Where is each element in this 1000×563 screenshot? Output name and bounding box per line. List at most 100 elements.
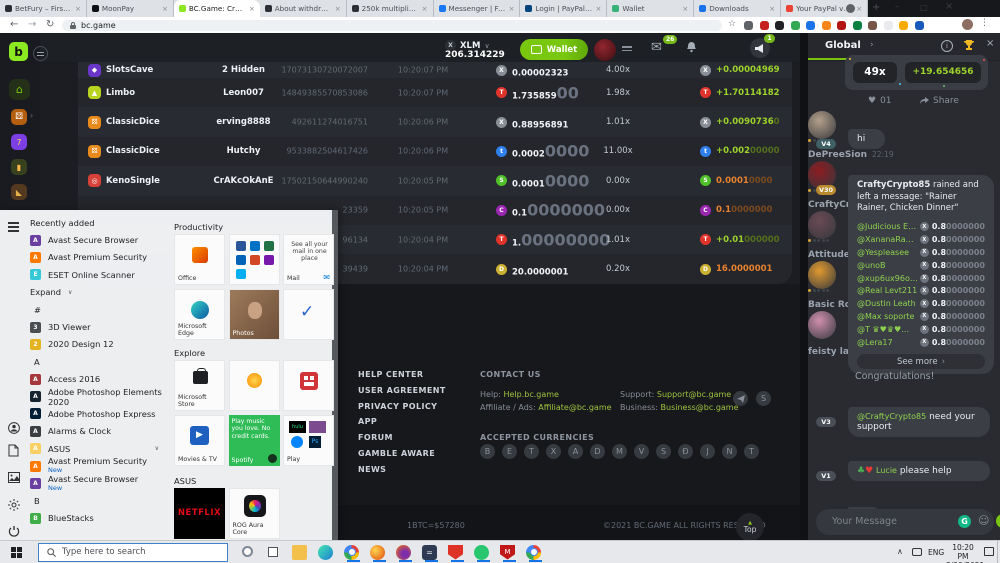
firefox-icon[interactable]	[370, 545, 385, 562]
extension-icon[interactable]	[915, 21, 924, 30]
table-row[interactable]: ⚄ClassicDiceerving888849261127401675110:…	[78, 107, 792, 136]
bet-id[interactable]: 9533882504617426	[208, 147, 368, 156]
chat-username[interactable]: DePreeSion	[808, 150, 867, 160]
start-app-item[interactable]: AAccess 2016	[30, 371, 165, 388]
tab-close-icon[interactable]: ×	[249, 5, 255, 13]
sidebar-toggle-icon[interactable]	[33, 46, 48, 61]
browser-tab[interactable]: BC.Game: Crypto C×	[174, 0, 260, 17]
start-app-item[interactable]: AASUS∨	[30, 440, 165, 457]
tab-close-icon[interactable]: ×	[509, 5, 515, 13]
refresh-icon[interactable]: ↻	[46, 19, 54, 30]
start-app-item[interactable]: AAdobe Photoshop Elements 2020	[30, 388, 165, 405]
footer-link[interactable]: GAMBLE AWARE	[358, 449, 446, 465]
table-row[interactable]: ◎KenoSingleCrAKcOkAnE1750215064499024010…	[78, 166, 792, 195]
rain-username[interactable]: @T ♛♥♛♥…	[857, 325, 920, 334]
tile-play[interactable]: huluPsPlay	[283, 415, 334, 466]
browser-tab[interactable]: MoonPay×	[87, 0, 174, 17]
browser-tab[interactable]: BetFury – First i-Ga×	[0, 0, 87, 17]
chrome-icon[interactable]	[344, 545, 359, 562]
share-button[interactable]: Share	[920, 96, 959, 106]
tile-movies[interactable]: ▶Movies & TV	[174, 415, 225, 466]
rain-username[interactable]: @Lera17	[857, 338, 920, 347]
start-app-item[interactable]: AAdobe Photoshop Express	[30, 405, 165, 422]
table-row[interactable]: ⚄ClassicDiceHutchy953388250461742610:20:…	[78, 137, 792, 166]
chat-channel-expand-icon[interactable]: ›	[870, 40, 874, 50]
extension-icon[interactable]	[899, 21, 908, 30]
browser-tab[interactable]: Downloads×	[694, 0, 781, 17]
bcgame-logo[interactable]: b	[9, 42, 28, 61]
tile-photos[interactable]: Photos	[229, 289, 280, 340]
remote-tool-icon[interactable]	[474, 545, 489, 562]
account-menu-icon[interactable]	[622, 46, 632, 51]
start-app-item[interactable]: AAvast Secure BrowserNew	[30, 475, 165, 492]
win-card[interactable]: 49x +19.654656	[845, 55, 988, 90]
chat-info-icon[interactable]: i	[941, 40, 953, 52]
browser-tab[interactable]: 250k multiplier - S×	[347, 0, 434, 17]
tab-close-icon[interactable]: ×	[162, 5, 168, 13]
extension-icon[interactable]	[775, 21, 784, 30]
tab-close-icon[interactable]: ×	[682, 5, 688, 13]
avatar[interactable]	[808, 311, 836, 339]
browser-tab[interactable]: Your PayPal verific×	[781, 0, 868, 17]
contact-link[interactable]: Business@bc.game	[661, 403, 739, 412]
clock[interactable]: 10:20 PM 3/29/2021	[946, 543, 980, 563]
start-app-item[interactable]: AAlarms & Clock	[30, 423, 165, 440]
cortana-icon[interactable]	[242, 546, 253, 557]
user-avatar[interactable]	[594, 39, 616, 61]
footer-link[interactable]: FORUM	[358, 433, 446, 449]
bell-icon[interactable]	[686, 41, 697, 53]
trophy-icon[interactable]	[963, 39, 975, 51]
rain-username[interactable]: @Judicious Essie	[857, 222, 920, 231]
scroll-top-button[interactable]: ▲ Top	[736, 513, 764, 540]
language-indicator[interactable]: ENG	[928, 548, 944, 557]
table-row[interactable]: ▲LimboLeon0071484938557085308610:20:07 P…	[78, 78, 792, 107]
footer-link[interactable]: USER AGREEMENT	[358, 386, 446, 402]
ime-icon[interactable]	[912, 548, 922, 556]
avast-browser-icon[interactable]	[396, 545, 411, 562]
like-button[interactable]: ♥01	[868, 96, 892, 106]
table-row[interactable]: ◆SlotsCave2 Hidden1707313072007200710:20…	[78, 62, 792, 78]
tile-rog[interactable]: ROG Aura Core	[229, 488, 280, 539]
power-icon[interactable]	[8, 525, 20, 537]
back-icon[interactable]: ←	[10, 19, 18, 30]
tile-store[interactable]: Microsoft Store	[174, 360, 225, 411]
start-app-item[interactable]: 33D Viewer	[30, 318, 165, 335]
rain-username[interactable]: @Max soporte	[857, 312, 920, 321]
telegram-icon[interactable]	[733, 391, 748, 406]
settings-gear-icon[interactable]	[8, 499, 20, 511]
pictures-icon[interactable]	[8, 472, 20, 483]
extension-icon[interactable]	[822, 21, 831, 30]
extension-icon[interactable]	[791, 21, 800, 30]
rain-username[interactable]: @unoB	[857, 261, 920, 270]
rain-username[interactable]: @Real Levt211	[857, 286, 920, 295]
new-tab-button[interactable]: +	[872, 2, 880, 13]
chat-input[interactable]: Your Message G ☺	[816, 509, 994, 535]
home-icon[interactable]: ⌂	[9, 79, 30, 100]
rain-username[interactable]: @Yespleasee	[857, 248, 920, 257]
edge-icon[interactable]	[318, 545, 333, 562]
tile-weather[interactable]	[229, 360, 280, 411]
tile-spotify[interactable]: Play music you love. No credit cards.Spo…	[229, 415, 280, 466]
window-maximize-button[interactable]: ▢	[920, 3, 928, 12]
start-app-item[interactable]: 22020 Design 12	[30, 336, 165, 353]
extension-icon[interactable]	[806, 21, 815, 30]
tile-officeapps[interactable]	[229, 234, 280, 285]
window-minimize-button[interactable]: –	[895, 2, 900, 12]
start-hamburger-icon[interactable]	[8, 222, 19, 232]
avatar[interactable]	[808, 211, 836, 239]
tray-chevron-icon[interactable]: ∧	[897, 547, 903, 556]
avatar[interactable]	[808, 261, 836, 289]
extension-icon[interactable]	[837, 21, 846, 30]
bet-id[interactable]: 14849385570853086	[208, 88, 368, 97]
games-expand-icon[interactable]: ›	[30, 111, 33, 120]
tab-search-icon[interactable]	[846, 4, 855, 13]
calculator-icon[interactable]: =	[422, 545, 437, 562]
browser-menu-icon[interactable]: ⋮	[980, 18, 989, 28]
footer-link[interactable]: APP	[358, 417, 446, 433]
profile-avatar[interactable]	[962, 19, 973, 30]
mention[interactable]: @CraftyCrypto85	[857, 412, 926, 421]
avast-shield-icon[interactable]	[448, 545, 463, 562]
tab-close-icon[interactable]: ×	[75, 5, 81, 13]
start-app-item[interactable]: BBlueStacks	[30, 510, 165, 527]
rain-username[interactable]: @xup6ux96oplu…	[857, 274, 920, 283]
